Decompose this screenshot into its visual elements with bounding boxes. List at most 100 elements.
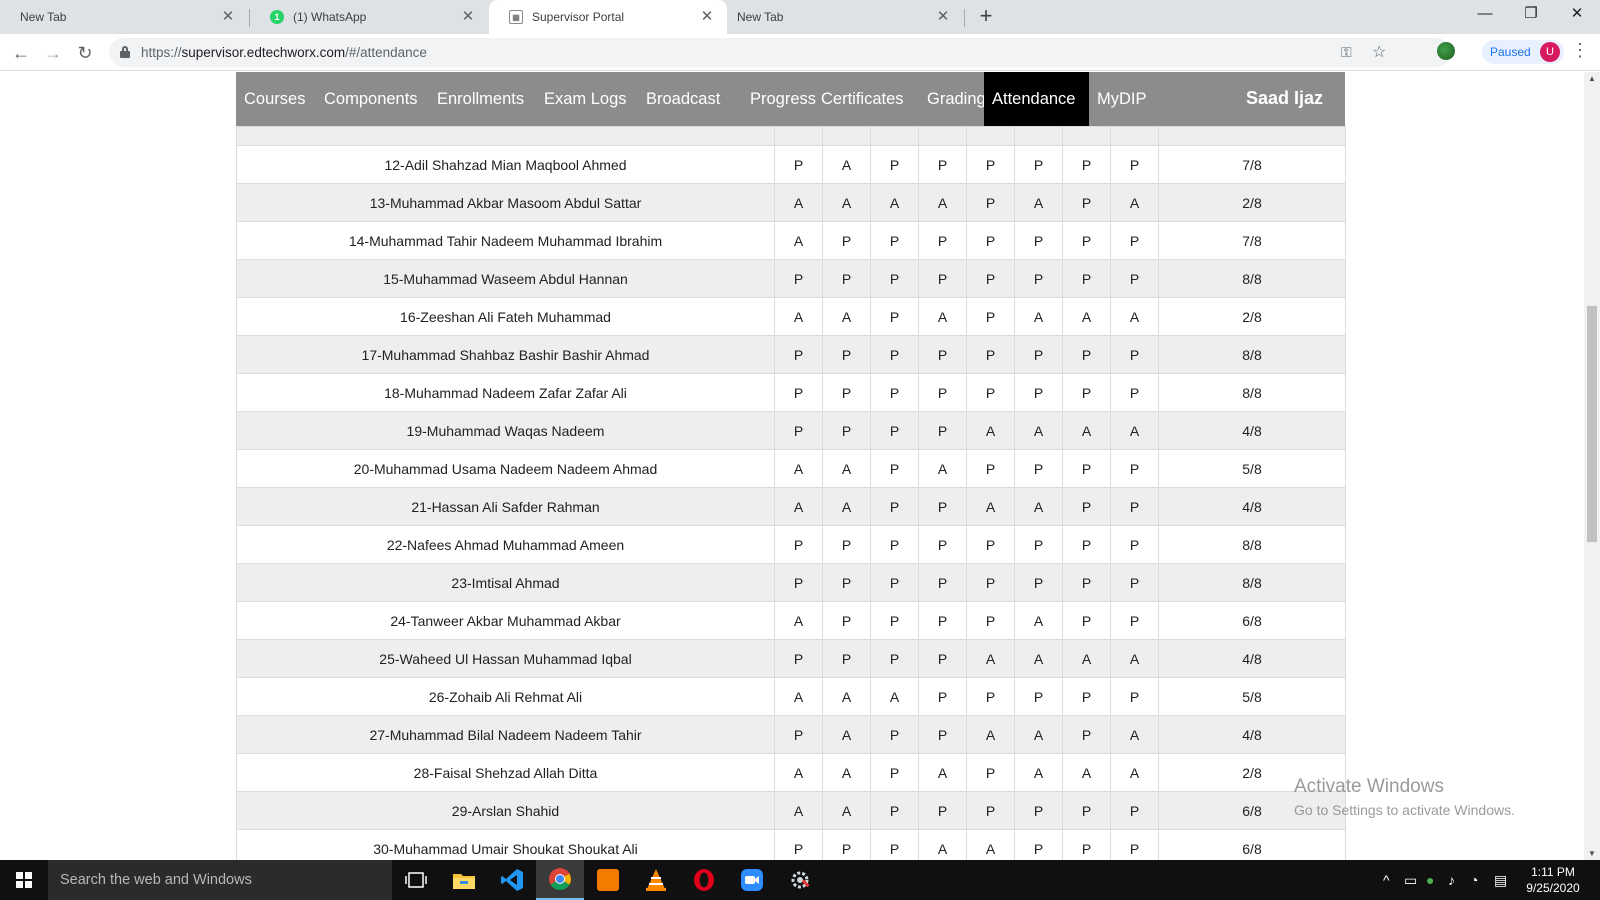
attendance-mark-cell: A — [1110, 639, 1159, 678]
attendance-mark-cell: P — [822, 601, 871, 640]
opera-icon[interactable] — [680, 860, 728, 900]
new-tab-plus-icon[interactable]: + — [974, 5, 998, 29]
attendance-mark-cell: A — [822, 677, 871, 716]
address-bar[interactable]: https://supervisor.edtechworx.com/#/atte… — [109, 38, 1451, 67]
nav-item-attendance[interactable]: Attendance — [984, 72, 1089, 126]
tab-new-tab-1[interactable]: New Tab ✕ — [0, 0, 248, 34]
tab-close-icon[interactable]: ✕ — [460, 9, 476, 25]
user-name[interactable]: Saad Ijaz — [1246, 72, 1323, 126]
taskbar-clock[interactable]: 1:11 PM 9/25/2020 — [1523, 864, 1583, 896]
attendance-mark-cell: P — [870, 449, 919, 488]
attendance-mark-cell: P — [1062, 335, 1111, 374]
tab-close-icon[interactable]: ✕ — [220, 9, 236, 25]
attendance-mark-cell: P — [870, 753, 919, 792]
table-row: 13-Muhammad Akbar Masoom Abdul Sattar A A A… — [236, 183, 1346, 222]
password-key-icon[interactable]: ⚿ — [1341, 44, 1352, 61]
nav-item-grading[interactable]: Grading — [919, 72, 986, 126]
attendance-mark-cell: P — [822, 829, 871, 860]
zoom-icon[interactable] — [728, 860, 776, 900]
windows-logo-icon — [16, 872, 32, 888]
nav-item-certificates[interactable]: Certificates — [813, 72, 919, 126]
tab-supervisor-portal[interactable]: ▦ Supervisor Portal ✕ — [489, 0, 727, 34]
browser-menu-icon[interactable]: ⋮ — [1571, 40, 1589, 61]
attendance-mark-cell: A — [1014, 183, 1063, 222]
table-row: 29-Arslan Shahid A A P P P P P P 6/8 — [236, 791, 1346, 830]
nav-item-components[interactable]: Components — [316, 72, 429, 126]
tab-new-tab-2[interactable]: New Tab ✕ — [717, 0, 963, 34]
attendance-mark-cell: P — [870, 487, 919, 526]
minimize-icon[interactable]: — — [1462, 0, 1508, 30]
profile-sync-button[interactable]: Paused U — [1482, 40, 1564, 64]
attendance-mark-cell: P — [1014, 221, 1063, 260]
nav-item-courses[interactable]: Courses — [236, 72, 316, 126]
attendance-mark-cell: A — [1014, 639, 1063, 678]
tab-title: (1) WhatsApp — [293, 10, 367, 24]
forward-arrow-icon[interactable]: → — [40, 40, 66, 66]
student-name-cell: 17-Muhammad Shahbaz Bashir Bashir Ahmad — [236, 335, 775, 374]
taskbar-search-box[interactable]: Search the web and Windows — [48, 860, 392, 900]
whatsapp-icon: 1 — [270, 10, 284, 24]
volume-icon[interactable]: ♪ — [1448, 872, 1455, 888]
windows-taskbar: Search the web and Windows ^ ▭ ● ♪ ◔ ▤ 1… — [0, 860, 1600, 900]
attendance-mark-cell: P — [1062, 677, 1111, 716]
attendance-mark-cell: P — [966, 145, 1015, 184]
attendance-mark-cell: P — [966, 373, 1015, 412]
nav-item-broadcast[interactable]: Broadcast — [638, 72, 742, 126]
student-name-cell: 25-Waheed Ul Hassan Muhammad Iqbal — [236, 639, 775, 678]
student-name-cell: 27-Muhammad Bilal Nadeem Nadeem Tahir — [236, 715, 775, 754]
nav-item-progress[interactable]: Progress — [742, 72, 816, 126]
attendance-mark-cell: P — [1014, 259, 1063, 298]
portal-favicon-icon: ▦ — [509, 10, 523, 24]
scroll-down-arrow-icon[interactable]: ▼ — [1588, 849, 1596, 858]
attendance-mark-cell: P — [966, 563, 1015, 602]
vlc-icon[interactable] — [632, 860, 680, 900]
scrollbar-thumb[interactable] — [1587, 306, 1597, 542]
attendance-mark-cell: A — [774, 753, 823, 792]
tab-close-icon[interactable]: ✕ — [935, 9, 951, 25]
chrome-icon[interactable] — [536, 860, 584, 900]
back-arrow-icon[interactable]: ← — [8, 40, 34, 66]
settings-gear-app-icon[interactable] — [776, 860, 824, 900]
tray-chevron-up-icon[interactable]: ^ — [1383, 872, 1390, 888]
scroll-up-arrow-icon[interactable]: ▲ — [1588, 74, 1596, 83]
attendance-mark-cell: P — [1062, 715, 1111, 754]
attendance-total-cell: 8/8 — [1158, 259, 1346, 298]
attendance-mark-cell: P — [918, 487, 967, 526]
start-button[interactable] — [0, 860, 48, 900]
tray-globe-icon[interactable]: ● — [1426, 872, 1434, 888]
url-text[interactable]: https://supervisor.edtechworx.com/#/atte… — [141, 45, 427, 60]
extension-globe-icon[interactable] — [1437, 42, 1455, 60]
reload-icon[interactable]: ↻ — [72, 40, 98, 66]
attendance-mark-cell: P — [966, 335, 1015, 374]
attendance-mark-cell: P — [822, 563, 871, 602]
restore-icon[interactable]: ❐ — [1508, 0, 1554, 30]
attendance-mark-cell: P — [918, 221, 967, 260]
nav-item-mydip[interactable]: MyDIP — [1089, 72, 1154, 126]
nav-item-enrollments[interactable]: Enrollments — [429, 72, 536, 126]
table-row: 27-Muhammad Bilal Nadeem Nadeem Tahir P A P… — [236, 715, 1346, 754]
tab-close-icon[interactable]: ✕ — [699, 9, 715, 25]
table-row: 20-Muhammad Usama Nadeem Nadeem Ahmad A A P… — [236, 449, 1346, 488]
table-row: 30-Muhammad Umair Shoukat Shoukat Ali P P P… — [236, 829, 1346, 860]
bookmark-star-icon[interactable]: ☆ — [1372, 42, 1386, 62]
nav-item-exam-logs[interactable]: Exam Logs — [536, 72, 638, 126]
attendance-mark-cell: A — [774, 487, 823, 526]
browser-toolbar: ← → ↻ https://supervisor.edtechworx.com/… — [0, 34, 1600, 71]
page-scrollbar[interactable]: ▲ ▼ — [1584, 72, 1600, 860]
attendance-mark-cell: P — [1110, 525, 1159, 564]
vscode-icon[interactable] — [488, 860, 536, 900]
attendance-mark-cell: P — [918, 563, 967, 602]
battery-icon[interactable]: ▭ — [1404, 872, 1417, 889]
notifications-icon[interactable]: ▤ — [1494, 872, 1507, 889]
orange-app-icon[interactable] — [584, 860, 632, 900]
tab-whatsapp[interactable]: 1 (1) WhatsApp ✕ — [250, 0, 488, 34]
window-close-icon[interactable]: ✕ — [1554, 0, 1600, 30]
file-explorer-icon[interactable] — [440, 860, 488, 900]
attendance-mark-cell: P — [774, 639, 823, 678]
student-name-cell: 28-Faisal Shehzad Allah Ditta — [236, 753, 775, 792]
attendance-mark-cell: P — [870, 715, 919, 754]
task-view-icon[interactable] — [392, 860, 440, 900]
attendance-mark-cell: P — [774, 715, 823, 754]
wifi-icon[interactable]: ◔ — [1470, 872, 1478, 888]
attendance-mark-cell: A — [774, 677, 823, 716]
